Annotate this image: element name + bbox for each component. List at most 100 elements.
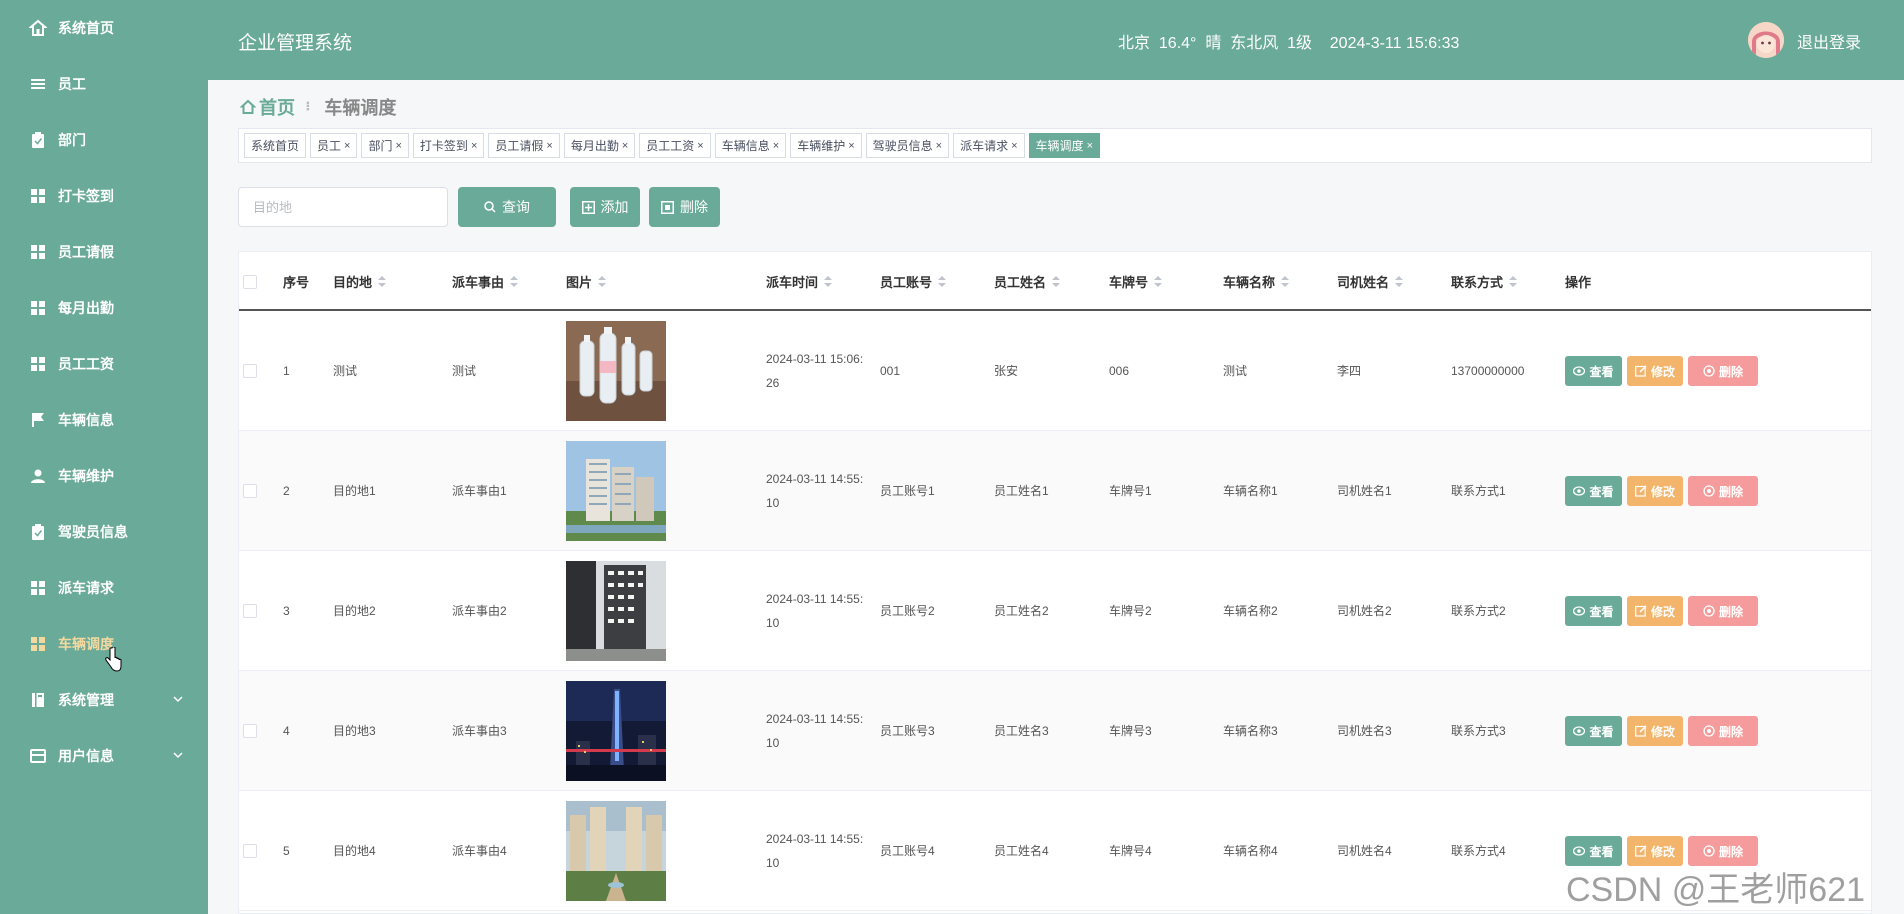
sidebar-item[interactable]: 派车请求 xyxy=(0,560,208,616)
delete-button[interactable]: 删除 xyxy=(1688,596,1758,626)
edit-button[interactable]: 修改 xyxy=(1627,476,1683,506)
query-button[interactable]: 查询 xyxy=(458,187,556,227)
column-header[interactable]: 派车事由 xyxy=(452,252,519,311)
sidebar-item[interactable]: 每月出勤 xyxy=(0,280,208,336)
sidebar-item[interactable]: 员工 xyxy=(0,56,208,112)
view-button[interactable]: 查看 xyxy=(1565,476,1622,506)
row-checkbox[interactable] xyxy=(243,483,257,498)
close-icon[interactable]: × xyxy=(471,140,477,152)
column-header[interactable]: 车牌号 xyxy=(1109,252,1163,311)
delete-button[interactable]: 删除 xyxy=(1688,476,1758,506)
sort-caret-icon[interactable] xyxy=(598,275,607,288)
tab-tag[interactable]: 员工请假 × xyxy=(488,133,560,158)
close-icon[interactable]: × xyxy=(546,140,552,152)
close-icon[interactable]: × xyxy=(936,140,942,152)
vehicle-image[interactable] xyxy=(566,560,666,661)
row-checkbox[interactable] xyxy=(243,603,257,618)
close-icon[interactable]: × xyxy=(1011,140,1017,152)
sort-caret-icon[interactable] xyxy=(1281,275,1290,288)
column-header[interactable]: 车辆名称 xyxy=(1223,252,1290,311)
view-button[interactable]: 查看 xyxy=(1565,356,1622,386)
column-header[interactable]: 联系方式 xyxy=(1451,252,1518,311)
close-icon[interactable]: × xyxy=(344,140,350,152)
close-icon[interactable]: × xyxy=(395,140,401,152)
sort-caret-icon[interactable] xyxy=(378,275,387,288)
sort-caret-icon[interactable] xyxy=(510,275,519,288)
tab-tag[interactable]: 员工 × xyxy=(310,133,358,158)
vehicle-image[interactable] xyxy=(566,680,666,781)
dispatch-time-line2: 26 xyxy=(766,375,780,390)
cell-plate: 车牌号4 xyxy=(1109,791,1152,910)
view-button[interactable]: 查看 xyxy=(1565,716,1622,746)
breadcrumb: 首页 ⠇ 车辆调度 xyxy=(240,94,396,120)
tab-tag[interactable]: 车辆维护 × xyxy=(790,133,862,158)
logout-link[interactable]: 退出登录 xyxy=(1761,29,1861,53)
tag-label: 车辆调度 xyxy=(1035,139,1084,153)
tag-label: 驾驶员信息 xyxy=(872,139,933,153)
eye-icon xyxy=(1573,486,1586,496)
delete-button[interactable]: 删除 xyxy=(1688,716,1758,746)
sidebar-item[interactable]: 部门 xyxy=(0,112,208,168)
tab-tag[interactable]: 每月出勤 × xyxy=(563,133,636,158)
breadcrumb-home[interactable]: 首页 xyxy=(259,94,295,120)
close-icon[interactable]: × xyxy=(622,140,628,152)
sidebar-item[interactable]: 打卡签到 xyxy=(0,168,208,224)
vehicle-image[interactable] xyxy=(566,800,666,901)
sidebar-item[interactable]: 车辆信息 xyxy=(0,392,208,448)
tab-tag[interactable]: 车辆调度 × xyxy=(1028,133,1100,158)
column-header-label: 员工姓名 xyxy=(994,275,1047,290)
column-header[interactable]: 员工账号 xyxy=(880,252,947,311)
column-header[interactable]: 司机姓名 xyxy=(1337,252,1404,311)
row-checkbox[interactable] xyxy=(243,843,257,858)
column-header[interactable]: 图片 xyxy=(566,252,607,311)
destination-search-input[interactable] xyxy=(238,187,448,227)
sort-caret-icon[interactable] xyxy=(1052,275,1061,288)
dispatch-time-line2: 10 xyxy=(766,495,780,510)
row-checkbox[interactable] xyxy=(243,723,257,738)
tab-tag[interactable]: 打卡签到 × xyxy=(412,133,485,158)
sidebar-item[interactable]: 系统管理 xyxy=(0,672,208,728)
cell-destination: 目的地1 xyxy=(333,431,376,550)
sidebar-item[interactable]: 用户信息 xyxy=(0,728,208,784)
watermark: CSDN @王老师621 xyxy=(1566,871,1866,909)
edit-button[interactable]: 修改 xyxy=(1627,596,1683,626)
row-checkbox[interactable] xyxy=(243,363,257,378)
tab-tag[interactable]: 派车请求 × xyxy=(953,133,1025,158)
column-header[interactable]: 目的地 xyxy=(333,252,387,311)
tab-tag[interactable]: 系统首页 xyxy=(244,133,307,158)
checkbox-cell xyxy=(243,431,257,550)
close-icon[interactable]: × xyxy=(773,140,779,152)
column-header-label: 派车事由 xyxy=(452,275,505,290)
add-button[interactable]: 添加 xyxy=(570,187,640,227)
select-all-checkbox[interactable] xyxy=(243,274,257,289)
delete-label: 删除 xyxy=(1718,844,1743,859)
close-icon[interactable]: × xyxy=(697,140,703,152)
sort-caret-icon[interactable] xyxy=(1509,275,1518,288)
tab-tag[interactable]: 员工工资 × xyxy=(639,133,711,158)
close-icon[interactable]: × xyxy=(848,140,854,152)
sort-caret-icon[interactable] xyxy=(824,275,833,288)
edit-button[interactable]: 修改 xyxy=(1627,716,1683,746)
tab-tag[interactable]: 部门 × xyxy=(361,133,409,158)
sort-caret-icon[interactable] xyxy=(1154,275,1163,288)
tab-tag[interactable]: 车辆信息 × xyxy=(714,133,787,158)
column-header[interactable]: 员工姓名 xyxy=(994,252,1061,311)
delete-button[interactable]: 删除 xyxy=(1688,356,1758,386)
sidebar-item[interactable]: 车辆维护 xyxy=(0,448,208,504)
sidebar-item[interactable]: 员工请假 xyxy=(0,224,208,280)
vehicle-image[interactable] xyxy=(566,320,666,421)
sidebar-item[interactable]: 系统首页 xyxy=(0,0,208,56)
tab-tag[interactable]: 驾驶员信息 × xyxy=(865,133,950,158)
column-header[interactable]: 派车时间 xyxy=(766,252,833,311)
reason-text: 派车事由2 xyxy=(452,604,507,618)
sidebar-item[interactable]: 驾驶员信息 xyxy=(0,504,208,560)
edit-button[interactable]: 修改 xyxy=(1627,356,1683,386)
view-button[interactable]: 查看 xyxy=(1565,596,1622,626)
sort-caret-icon[interactable] xyxy=(1395,275,1404,288)
batch-delete-button[interactable]: 删除 xyxy=(649,187,720,227)
sidebar-item[interactable]: 员工工资 xyxy=(0,336,208,392)
vehicle-image[interactable] xyxy=(566,440,666,541)
chevron-down-icon xyxy=(172,692,186,706)
close-icon[interactable]: × xyxy=(1087,140,1093,152)
sort-caret-icon[interactable] xyxy=(938,275,947,288)
